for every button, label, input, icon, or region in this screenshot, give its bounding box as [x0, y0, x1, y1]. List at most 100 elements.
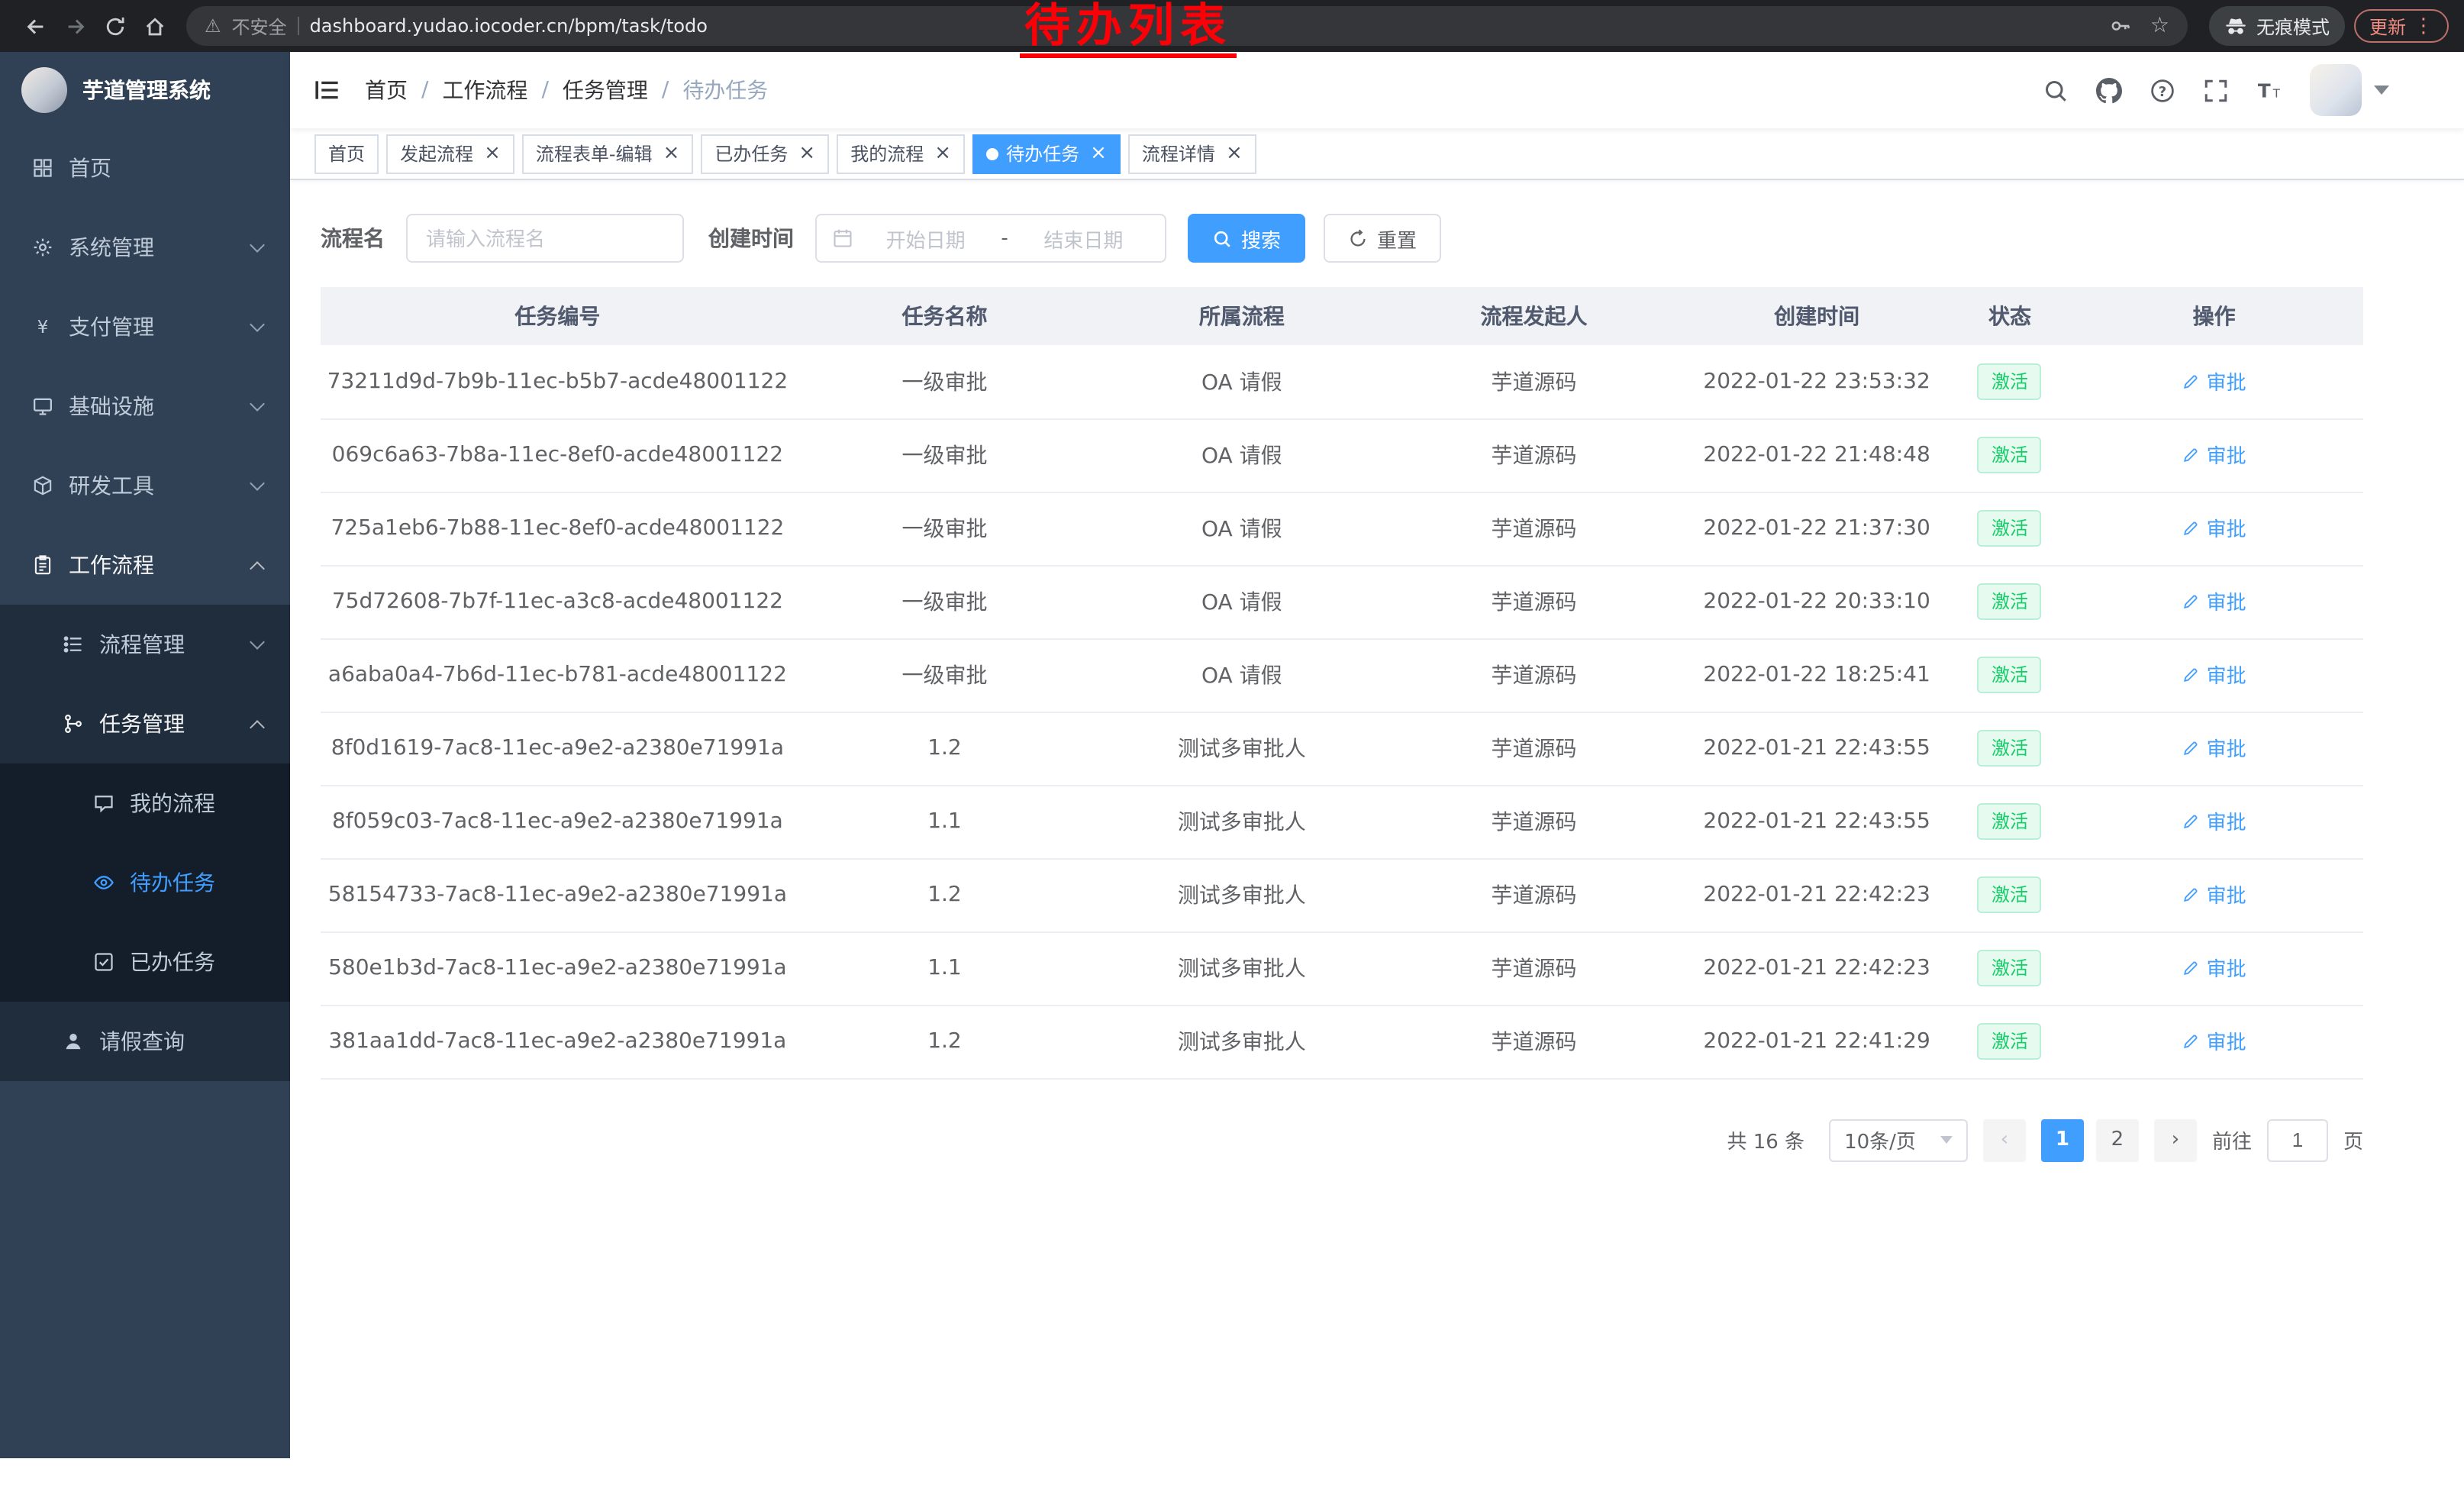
search-button[interactable]: 搜索	[1188, 214, 1305, 263]
breadcrumb-separator: /	[421, 78, 428, 102]
sidebar-item-dev-tools[interactable]: 研发工具	[0, 446, 290, 525]
page-button-2[interactable]: 2	[2096, 1118, 2139, 1161]
sidebar-item-label: 流程管理	[99, 629, 252, 660]
cell-initiator: 芋道源码	[1389, 1005, 1679, 1078]
breadcrumb-item[interactable]: 首页	[365, 75, 408, 105]
cell-status: 激活	[1955, 492, 2066, 565]
cell-status: 激活	[1955, 785, 2066, 858]
chevron-down-icon[interactable]	[2374, 86, 2389, 95]
key-icon[interactable]	[2111, 15, 2132, 37]
close-icon[interactable]: ×	[798, 144, 815, 163]
cell-actions: 审批	[2065, 931, 2363, 1005]
cell-task-id: 580e1b3d-7ac8-11ec-a9e2-a2380e71991a	[321, 931, 795, 1005]
sidebar-item-task-mgmt[interactable]: 任务管理	[0, 684, 290, 763]
date-range-picker[interactable]: 开始日期 - 结束日期	[815, 214, 1166, 263]
cell-status: 激活	[1955, 712, 2066, 785]
tab-label: 已办任务	[714, 140, 788, 166]
approve-link[interactable]: 审批	[2182, 514, 2246, 543]
calendar-icon	[832, 228, 853, 249]
tab-待办任务[interactable]: 待办任务×	[972, 134, 1121, 173]
update-label: 更新	[2369, 13, 2406, 39]
approve-link[interactable]: 审批	[2182, 587, 2246, 616]
prev-page-button[interactable]: ‹	[1983, 1118, 2026, 1161]
back-icon[interactable]	[15, 6, 55, 46]
hamburger-icon[interactable]	[313, 76, 340, 104]
font-size-icon[interactable]: TT	[2256, 77, 2282, 103]
approve-link[interactable]: 审批	[2182, 441, 2246, 470]
cell-initiator: 芋道源码	[1389, 712, 1679, 785]
table-row: 73211d9d-7b9b-11ec-b5b7-acde48001122一级审批…	[321, 345, 2363, 418]
tab-流程表单-编辑[interactable]: 流程表单-编辑×	[522, 134, 694, 173]
help-icon[interactable]: ?	[2150, 77, 2175, 103]
reload-icon[interactable]	[95, 6, 134, 46]
sidebar-item-done-task[interactable]: 已办任务	[0, 922, 290, 1002]
sidebar-item-label: 研发工具	[69, 470, 252, 501]
start-date-placeholder[interactable]: 开始日期	[859, 224, 992, 253]
cell-task-id: 75d72608-7b7f-11ec-a3c8-acde48001122	[321, 565, 795, 638]
sidebar-item-process-mgmt[interactable]: 流程管理	[0, 605, 290, 684]
sidebar-item-workflow[interactable]: 工作流程	[0, 525, 290, 605]
column-header: 任务编号	[321, 287, 795, 345]
approve-link[interactable]: 审批	[2182, 954, 2246, 983]
approve-link[interactable]: 审批	[2182, 1027, 2246, 1056]
sidebar-item-system-mgmt[interactable]: 系统管理	[0, 208, 290, 287]
goto-page-input[interactable]	[2267, 1118, 2328, 1161]
tab-发起流程[interactable]: 发起流程×	[386, 134, 514, 173]
sidebar-item-leave-query[interactable]: 请假查询	[0, 1002, 290, 1081]
sidebar-item-infrastructure[interactable]: 基础设施	[0, 366, 290, 446]
tab-已办任务[interactable]: 已办任务 ×	[701, 134, 829, 173]
app-logo[interactable]: 芋道管理系统	[0, 52, 290, 128]
user-avatar[interactable]	[2310, 64, 2362, 116]
close-icon[interactable]: ×	[934, 144, 951, 163]
update-button[interactable]: 更新 ⋮	[2354, 9, 2449, 43]
sidebar-item-home[interactable]: 首页	[0, 128, 290, 208]
incognito-label: 无痕模式	[2256, 13, 2330, 39]
close-icon[interactable]: ×	[484, 144, 501, 163]
approve-link[interactable]: 审批	[2182, 880, 2246, 909]
tab-我的流程[interactable]: 我的流程 ×	[837, 134, 965, 173]
page-content: 流程名 创建时间 开始日期 - 结束日期 搜索 重置	[290, 180, 2464, 1458]
tab-首页[interactable]: 首页	[314, 134, 379, 173]
next-page-button[interactable]: ›	[2154, 1118, 2197, 1161]
end-date-placeholder[interactable]: 结束日期	[1018, 224, 1150, 253]
sidebar-item-my-process[interactable]: 我的流程	[0, 763, 290, 843]
close-icon[interactable]: ×	[1090, 144, 1107, 163]
tab-label: 我的流程	[850, 140, 924, 166]
forward-icon[interactable]	[55, 6, 95, 46]
close-icon[interactable]: ×	[1226, 144, 1243, 163]
sidebar-item-payment-mgmt[interactable]: ¥支付管理	[0, 287, 290, 366]
close-icon[interactable]: ×	[663, 144, 680, 163]
cell-created: 2022-01-22 21:37:30	[1679, 492, 1954, 565]
process-name-input[interactable]	[406, 214, 684, 263]
sidebar-item-label: 我的流程	[130, 788, 263, 818]
reset-button[interactable]: 重置	[1324, 214, 1441, 263]
svg-text:?: ?	[2159, 83, 2166, 99]
search-icon[interactable]	[2043, 77, 2069, 103]
breadcrumb-item[interactable]: 工作流程	[442, 75, 527, 105]
branch-icon	[61, 713, 85, 734]
approve-link[interactable]: 审批	[2182, 660, 2246, 689]
star-icon[interactable]: ☆	[2150, 15, 2169, 37]
approve-link[interactable]: 审批	[2182, 366, 2246, 395]
fullscreen-icon[interactable]	[2203, 77, 2229, 103]
cell-process: OA 请假	[1095, 565, 1388, 638]
menu-dots-icon[interactable]: ⋮	[2414, 16, 2433, 36]
cell-created: 2022-01-21 22:42:23	[1679, 858, 1954, 931]
edit-icon	[2182, 666, 2201, 684]
breadcrumb-item[interactable]: 任务管理	[563, 75, 648, 105]
table-row: 8f059c03-7ac8-11ec-a9e2-a2380e71991a1.1测…	[321, 785, 2363, 858]
github-icon[interactable]	[2096, 77, 2122, 103]
sidebar-item-todo-task[interactable]: 待办任务	[0, 843, 290, 922]
svg-text:T: T	[2272, 86, 2281, 100]
sidebar-item-label: 首页	[69, 153, 263, 183]
cell-task-name: 一级审批	[795, 418, 1095, 492]
home-icon[interactable]	[134, 6, 174, 46]
cell-task-name: 一级审批	[795, 565, 1095, 638]
cell-task-name: 一级审批	[795, 492, 1095, 565]
approve-link[interactable]: 审批	[2182, 807, 2246, 836]
tab-流程详情[interactable]: 流程详情×	[1128, 134, 1256, 173]
page-button-1[interactable]: 1	[2041, 1118, 2084, 1161]
page-size-select[interactable]: 10条/页	[1829, 1118, 1968, 1161]
approve-link[interactable]: 审批	[2182, 734, 2246, 763]
cell-actions: 审批	[2065, 638, 2363, 712]
